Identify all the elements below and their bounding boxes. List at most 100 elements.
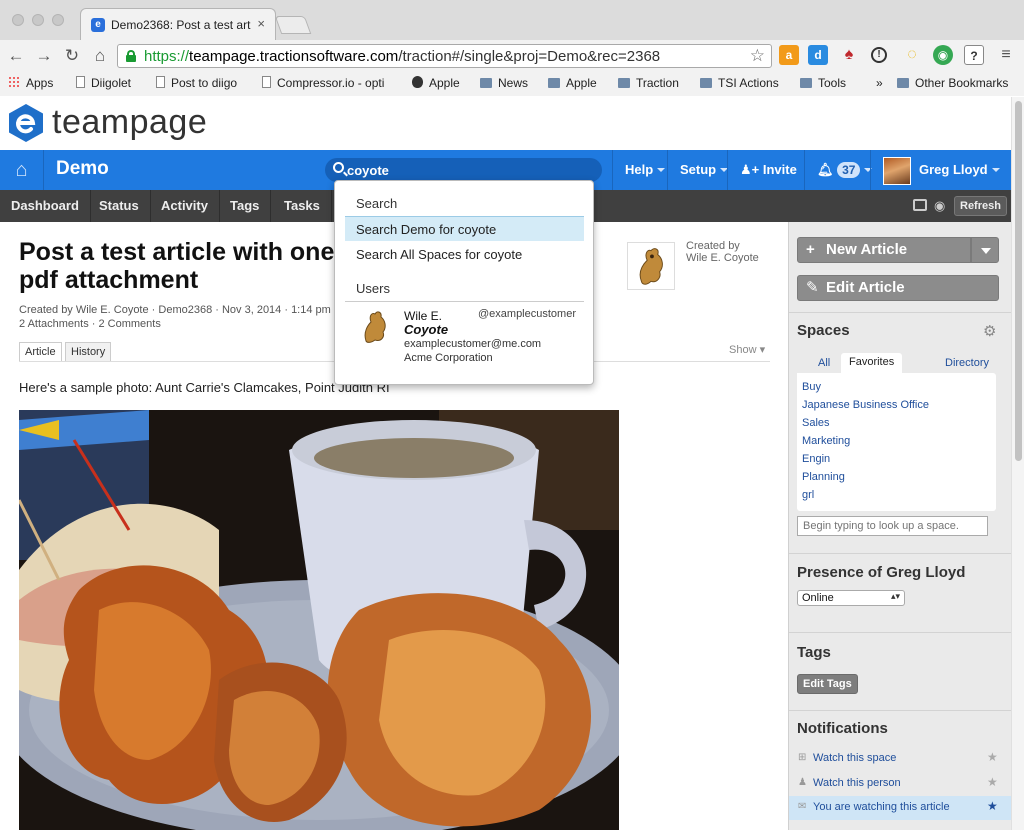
folder-icon	[700, 78, 712, 88]
forward-icon[interactable]: →	[34, 46, 54, 66]
sidebar-divider	[789, 312, 1011, 313]
bookmark-other-bookmarks[interactable]: Other Bookmarks	[897, 76, 1008, 90]
show-menu[interactable]: Show ▾	[729, 343, 765, 356]
star-icon[interactable]: ★	[987, 775, 998, 789]
clamcakes-photo[interactable]	[19, 410, 619, 830]
bell-icon: 🔔︎	[817, 162, 838, 177]
user-last-name: Coyote	[404, 322, 449, 337]
add-person-icon: ♟+	[740, 162, 763, 177]
bookmark-tools[interactable]: Tools	[800, 76, 846, 90]
tab-activity[interactable]: Activity	[150, 190, 220, 222]
amazon-extension-icon[interactable]: a	[779, 45, 799, 65]
menu-icon[interactable]: ≡	[996, 45, 1016, 65]
search-all-spaces-option[interactable]: Search All Spaces for coyote	[345, 242, 584, 267]
folder-icon	[800, 78, 812, 88]
spaces-tab-directory[interactable]: Directory	[945, 357, 989, 369]
space-link[interactable]: Planning	[802, 471, 845, 483]
tab-history[interactable]: History	[65, 342, 112, 362]
rss-icon[interactable]: ◉	[934, 198, 945, 214]
back-icon[interactable]: ←	[6, 46, 26, 66]
bookmark-apps[interactable]: Apps	[8, 76, 53, 90]
scrollbar-thumb[interactable]	[1015, 101, 1022, 461]
bookmark-news[interactable]: News	[480, 76, 528, 90]
presence-heading: Presence of Greg Lloyd	[797, 564, 966, 581]
new-article-button[interactable]: + New Article	[797, 237, 971, 263]
gear-icon[interactable]: ⚙	[983, 322, 996, 340]
space-name[interactable]: Demo	[56, 158, 109, 180]
space-lookup-input[interactable]	[797, 516, 988, 536]
watching-article-item[interactable]: ✉ You are watching this article ★	[789, 796, 1011, 820]
tab-close-icon[interactable]: ×	[257, 16, 265, 31]
info-extension-icon[interactable]: !	[871, 47, 887, 63]
bookmark-traction[interactable]: Traction	[618, 76, 679, 90]
diigo-extension-icon[interactable]: d	[808, 45, 828, 65]
space-link[interactable]: Marketing	[802, 435, 850, 447]
home-icon[interactable]: ⌂	[0, 150, 44, 190]
space-link[interactable]: Engin	[802, 453, 830, 465]
presence-select[interactable]: Online ▴▾	[797, 590, 905, 606]
bookmark-diigolet[interactable]: Diigolet	[76, 76, 131, 90]
print-icon[interactable]	[913, 199, 927, 211]
spaces-tab-favorites[interactable]: Favorites	[841, 353, 903, 373]
browser-toolbar: ← → ↻ ⌂ https://teampage.tractionsoftwar…	[0, 40, 1024, 72]
tab-tasks[interactable]: Tasks	[273, 190, 332, 222]
bookmark-star-icon[interactable]: ☆	[750, 46, 765, 66]
teampage-logo-text[interactable]: teampage	[52, 103, 207, 142]
home-icon[interactable]: ⌂	[90, 46, 110, 66]
red-extension-icon[interactable]: ♠	[839, 45, 859, 65]
star-icon[interactable]: ★	[987, 799, 998, 813]
author-avatar[interactable]	[627, 242, 675, 290]
created-by: Created by Wile E. Coyote	[686, 240, 759, 264]
help-extension-icon[interactable]: ?	[964, 45, 984, 65]
chevron-down-icon	[657, 168, 666, 172]
article-attachments-comments[interactable]: 2 Attachments · 2 Comments	[19, 318, 161, 330]
url-text[interactable]: https://teampage.tractionsoftware.com/tr…	[144, 48, 660, 65]
watch-person-item[interactable]: ♟ Watch this person ★	[789, 772, 1011, 796]
space-link[interactable]: Japanese Business Office	[802, 399, 929, 411]
search-input[interactable]	[347, 160, 587, 180]
plus-icon: +	[806, 241, 815, 258]
tab-dashboard[interactable]: Dashboard	[0, 190, 91, 222]
tab-article[interactable]: Article	[19, 342, 62, 362]
reload-icon[interactable]: ↻	[62, 46, 82, 66]
bookmark-tsi-actions[interactable]: TSI Actions	[700, 76, 779, 90]
watch-space-item[interactable]: ⊞ Watch this space ★	[789, 747, 1011, 771]
edit-tags-button[interactable]: Edit Tags	[797, 674, 858, 694]
dropdown-divider	[345, 301, 584, 302]
bookmark-compressor[interactable]: Compressor.io - opti	[262, 76, 402, 90]
star-icon[interactable]: ★	[987, 750, 998, 764]
space-link[interactable]: grl	[802, 489, 814, 501]
bookmarks-overflow-icon[interactable]: »	[876, 76, 883, 90]
page-scrollbar[interactable]	[1011, 97, 1024, 830]
user-menu[interactable]: Greg Lloyd	[870, 150, 1012, 190]
space-link[interactable]: Sales	[802, 417, 830, 429]
bookmark-apple[interactable]: Apple	[412, 76, 460, 90]
loading-extension-icon[interactable]: ◌	[902, 45, 922, 65]
browser-tab-title: Demo2368: Post a test artic	[111, 18, 251, 32]
bookmark-apple-folder[interactable]: Apple	[548, 76, 597, 90]
search-demo-option[interactable]: Search Demo for coyote	[345, 216, 584, 241]
right-sidebar: + New Article ✎ Edit Article Spaces ⚙ All …	[788, 222, 1011, 830]
teampage-logo-icon	[9, 104, 43, 142]
invite-button[interactable]: ♟+ Invite	[727, 150, 809, 190]
zoom-window-button[interactable]	[52, 14, 64, 26]
browser-tab[interactable]: e Demo2368: Post a test artic ×	[80, 8, 276, 40]
tab-status[interactable]: Status	[88, 190, 151, 222]
new-article-dropdown-button[interactable]	[971, 237, 999, 263]
teampage-header: teampage	[0, 97, 1011, 150]
user-email: examplecustomer@me.com	[404, 338, 542, 350]
search-box[interactable]	[325, 158, 602, 182]
address-bar[interactable]: https://teampage.tractionsoftware.com/tr…	[117, 44, 772, 68]
new-tab-button[interactable]	[274, 16, 312, 34]
chevron-down-icon	[991, 168, 1000, 172]
tab-tags[interactable]: Tags	[219, 190, 272, 222]
minimize-window-button[interactable]	[32, 14, 44, 26]
edit-article-button[interactable]: ✎ Edit Article	[797, 275, 999, 301]
refresh-button[interactable]: Refresh	[954, 196, 1007, 216]
green-extension-icon[interactable]: ◉	[933, 45, 953, 65]
tags-heading: Tags	[797, 644, 831, 661]
bookmark-post-to-diigo[interactable]: Post to diigo	[156, 76, 237, 90]
space-link[interactable]: Buy	[802, 381, 821, 393]
close-window-button[interactable]	[12, 14, 24, 26]
spaces-tab-all[interactable]: All	[818, 357, 830, 369]
